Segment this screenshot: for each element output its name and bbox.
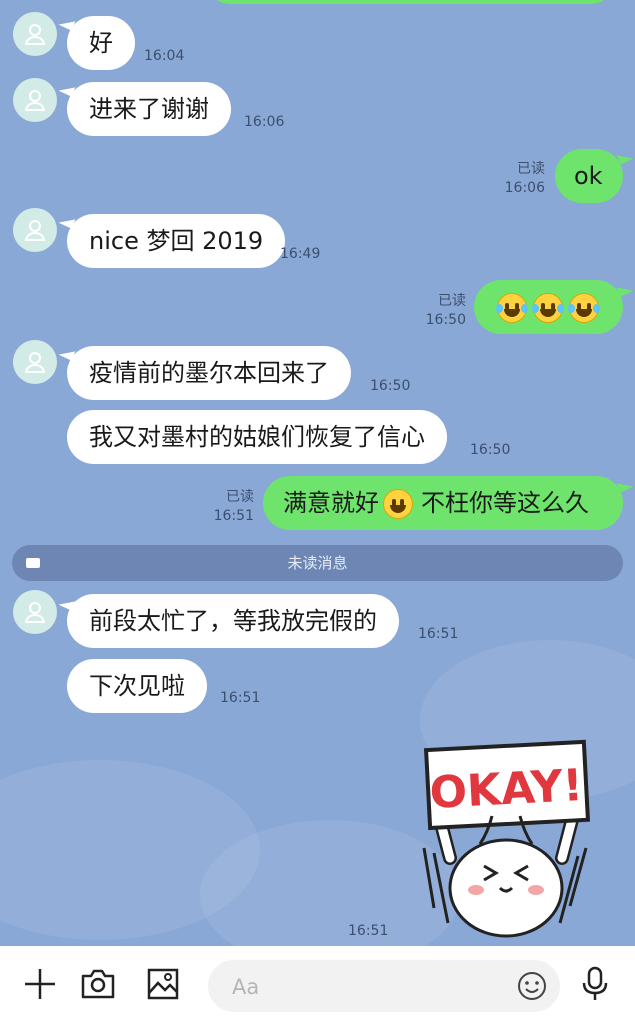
add-button[interactable] — [20, 964, 60, 1004]
contact-avatar[interactable] — [13, 340, 57, 384]
contact-avatar[interactable] — [13, 590, 57, 634]
microphone-icon — [582, 966, 608, 1000]
message-time: 16:06 — [244, 114, 285, 130]
bunny-okay-sticker-icon: OKAY! — [422, 739, 591, 938]
unread-label: 未读消息 — [287, 554, 348, 572]
person-icon — [24, 602, 46, 623]
image-icon — [147, 968, 179, 1000]
voice-button[interactable] — [575, 964, 615, 1004]
image-button[interactable] — [143, 964, 183, 1004]
grinning-emoji-icon — [383, 489, 413, 519]
read-receipt: 已读 16:06 — [505, 160, 545, 198]
read-status: 已读 — [438, 293, 466, 309]
read-receipt: 已读 16:50 — [426, 292, 466, 330]
message-bubble[interactable]: ok — [555, 149, 623, 203]
message-bubble[interactable]: nice 梦回 2019 — [67, 214, 286, 268]
message-text: 我又对墨村的姑娘们恢复了信心 — [89, 423, 425, 451]
bubble-tail — [616, 149, 634, 165]
message-time: 16:51 — [348, 923, 389, 939]
message-bubble[interactable]: 我又对墨村的姑娘们恢复了信心 — [67, 410, 447, 464]
chat-area[interactable]: 好 16:04 进来了谢谢 16:06 已读 16:06 ok nice 梦回 2… — [0, 0, 635, 946]
message-text: ok — [574, 162, 603, 190]
message-time: 16:50 — [370, 378, 411, 394]
message-time: 16:51 — [213, 508, 254, 524]
contact-avatar[interactable] — [13, 208, 57, 252]
message-time: 16:50 — [425, 312, 466, 328]
person-icon — [24, 352, 46, 373]
message-text: 前段太忙了，等我放完假的 — [89, 607, 377, 635]
plus-icon — [25, 969, 55, 999]
contact-avatar[interactable] — [13, 12, 57, 56]
message-text: 满意就好 — [283, 489, 379, 517]
okay-sticker[interactable]: OKAY! — [420, 738, 592, 938]
message-text: 不枉你等这么久 — [421, 489, 589, 517]
unread-divider: 未读消息 — [12, 545, 623, 581]
contact-avatar[interactable] — [13, 78, 57, 122]
person-icon — [24, 90, 46, 111]
message-input-box[interactable] — [208, 960, 560, 1014]
message-bubble[interactable]: 好 — [67, 16, 135, 70]
message-bubble[interactable]: 满意就好 不枉你等这么久 — [263, 476, 623, 530]
message-text: 进来了谢谢 — [89, 95, 209, 123]
compose-bar — [0, 946, 635, 1024]
camera-button[interactable] — [78, 964, 118, 1004]
read-status: 已读 — [517, 161, 545, 177]
message-bubble[interactable]: 前段太忙了，等我放完假的 — [67, 594, 399, 648]
camera-icon — [81, 969, 115, 999]
sticker-text: OKAY! — [428, 760, 584, 819]
message-text: nice 梦回 2019 — [89, 227, 264, 255]
bubble-tail — [616, 477, 634, 493]
laughing-tears-emoji-icon — [532, 293, 564, 323]
message-text: 疫情前的墨尔本回来了 — [89, 359, 329, 387]
read-status: 已读 — [226, 489, 254, 505]
message-time: 16:04 — [144, 48, 185, 64]
person-icon — [24, 220, 46, 241]
outgoing-bubble-partial — [208, 0, 613, 4]
message-time: 16:51 — [418, 626, 459, 642]
message-bubble[interactable] — [474, 280, 623, 334]
message-bubble[interactable]: 疫情前的墨尔本回来了 — [67, 346, 351, 400]
emoji-button[interactable] — [516, 970, 548, 1002]
bubble-tail — [616, 281, 634, 297]
emoji-icon — [518, 972, 546, 1000]
message-time: 16:49 — [280, 246, 321, 262]
message-time: 16:50 — [470, 442, 511, 458]
person-icon — [24, 24, 46, 45]
message-time: 16:51 — [220, 690, 261, 706]
tag-icon — [26, 558, 40, 568]
message-bubble[interactable]: 下次见啦 — [67, 659, 207, 713]
laughing-tears-emoji-icon — [496, 293, 528, 323]
message-input[interactable] — [230, 960, 504, 1014]
message-text: 好 — [89, 29, 113, 57]
laughing-tears-emoji-icon — [568, 293, 600, 323]
message-time: 16:06 — [504, 180, 545, 196]
message-bubble[interactable]: 进来了谢谢 — [67, 82, 231, 136]
read-receipt: 已读 16:51 — [214, 488, 254, 526]
message-text: 下次见啦 — [89, 672, 185, 700]
